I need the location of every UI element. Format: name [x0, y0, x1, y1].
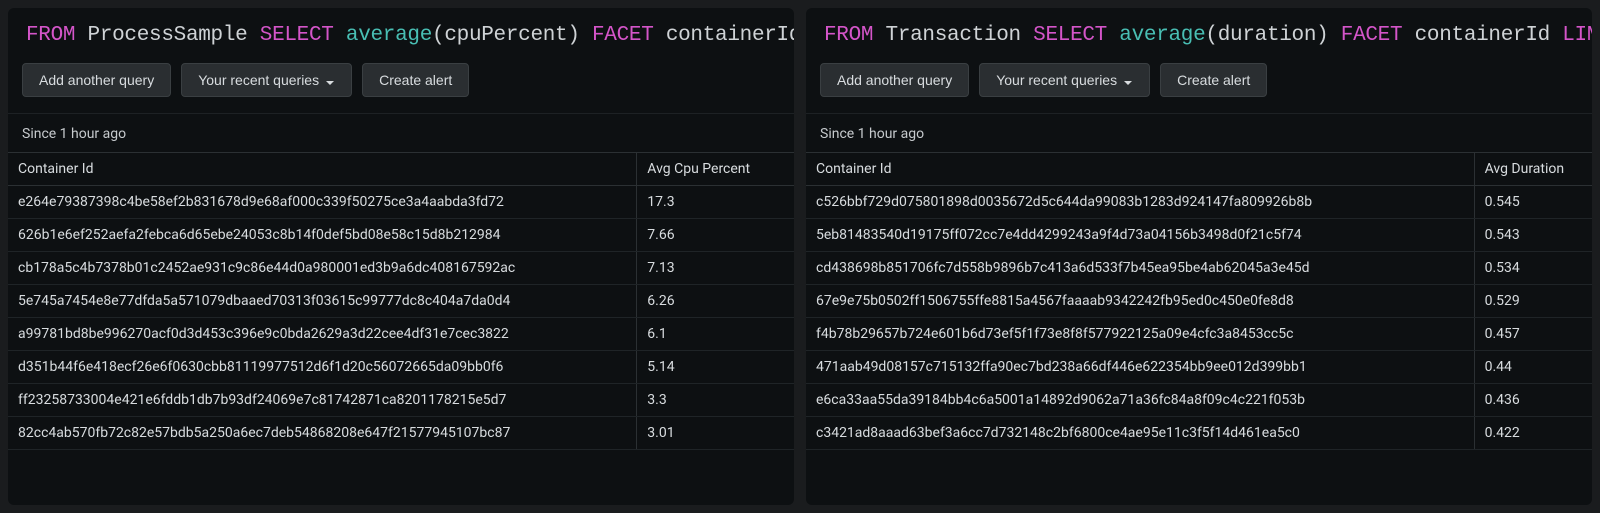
cell-value: 0.436 — [1474, 384, 1592, 417]
recent-queries-button[interactable]: Your recent queries — [979, 63, 1150, 97]
cell-container-id: c3421ad8aaad63bef3a6cc7d732148c2bf6800ce… — [806, 417, 1474, 450]
table-row[interactable]: f4b78b29657b724e601b6d73ef5f1f73e8f8f577… — [806, 318, 1592, 351]
cell-value: 0.529 — [1474, 285, 1592, 318]
cell-container-id: 67e9e75b0502ff1506755ffe8815a4567faaaab9… — [806, 285, 1474, 318]
cell-container-id: e264e79387398c4be58ef2b831678d9e68af000c… — [8, 186, 637, 219]
table-row[interactable]: e264e79387398c4be58ef2b831678d9e68af000c… — [8, 186, 794, 219]
right-panel: FROM Transaction SELECT average(duration… — [806, 8, 1592, 505]
keyword-from: FROM — [26, 24, 75, 47]
recent-queries-label: Your recent queries — [198, 72, 319, 88]
table-row[interactable]: 82cc4ab570fb72c82e57bdb5a250a6ec7deb5486… — [8, 417, 794, 450]
chevron-down-icon — [325, 75, 335, 85]
cell-container-id: cb178a5c4b7378b01c2452ae931c9c86e44d0a98… — [8, 252, 637, 285]
table-row[interactable]: e6ca33aa55da39184bb4c6a5001a14892d9062a7… — [806, 384, 1592, 417]
cell-value: 0.44 — [1474, 351, 1592, 384]
table-row[interactable]: 626b1e6ef252aefa2febca6d65ebe24053c8b14f… — [8, 219, 794, 252]
table-row[interactable]: 471aab49d08157c715132ffa90ec7bd238a66df4… — [806, 351, 1592, 384]
keyword-facet: FACET — [592, 24, 654, 47]
cell-container-id: 626b1e6ef252aefa2febca6d65ebe24053c8b14f… — [8, 219, 637, 252]
query-editor[interactable]: FROM ProcessSample SELECT average(cpuPer… — [8, 8, 794, 63]
create-alert-button[interactable]: Create alert — [362, 63, 469, 97]
cell-value: 0.545 — [1474, 186, 1592, 219]
chevron-down-icon — [1123, 75, 1133, 85]
column-header-id[interactable]: Container Id — [8, 153, 637, 186]
cell-container-id: ff23258733004e421e6fddb1db7b93df24069e7c… — [8, 384, 637, 417]
add-query-button[interactable]: Add another query — [22, 63, 171, 97]
table-row[interactable]: d351b44f6e418ecf26e6f0630cbb81119977512d… — [8, 351, 794, 384]
query-facet-field: containerId — [1415, 24, 1550, 47]
keyword-from: FROM — [824, 24, 873, 47]
query-function: average — [1119, 24, 1205, 47]
results-table: Container Id Avg Duration c526bbf729d075… — [806, 152, 1592, 450]
keyword-limit: LIMIT — [1562, 24, 1592, 47]
cell-container-id: a99781bd8be996270acf0d3d453c396e9c0bda26… — [8, 318, 637, 351]
cell-value: 7.66 — [637, 219, 794, 252]
query-facet-field: containerId — [666, 24, 794, 47]
column-header-value[interactable]: Avg Duration — [1474, 153, 1592, 186]
results-table: Container Id Avg Cpu Percent e264e793873… — [8, 152, 794, 450]
cell-container-id: c526bbf729d075801898d0035672d5c644da9908… — [806, 186, 1474, 219]
query-editor[interactable]: FROM Transaction SELECT average(duration… — [806, 8, 1592, 63]
column-header-id[interactable]: Container Id — [806, 153, 1474, 186]
cell-container-id: 471aab49d08157c715132ffa90ec7bd238a66df4… — [806, 351, 1474, 384]
recent-queries-button[interactable]: Your recent queries — [181, 63, 352, 97]
results-table-wrap: Container Id Avg Duration c526bbf729d075… — [806, 152, 1592, 505]
query-source: ProcessSample — [88, 24, 248, 47]
cell-value: 3.01 — [637, 417, 794, 450]
table-row[interactable]: c3421ad8aaad63bef3a6cc7d732148c2bf6800ce… — [806, 417, 1592, 450]
keyword-select: SELECT — [1033, 24, 1107, 47]
query-arg: duration — [1218, 24, 1316, 47]
cell-value: 7.13 — [637, 252, 794, 285]
cell-value: 0.543 — [1474, 219, 1592, 252]
cell-value: 6.1 — [637, 318, 794, 351]
table-row[interactable]: cb178a5c4b7378b01c2452ae931c9c86e44d0a98… — [8, 252, 794, 285]
time-range-label: Since 1 hour ago — [8, 113, 794, 152]
cell-value: 5.14 — [637, 351, 794, 384]
create-alert-button[interactable]: Create alert — [1160, 63, 1267, 97]
table-row[interactable]: a99781bd8be996270acf0d3d453c396e9c0bda26… — [8, 318, 794, 351]
cell-container-id: f4b78b29657b724e601b6d73ef5f1f73e8f8f577… — [806, 318, 1474, 351]
cell-container-id: 5eb81483540d19175ff072cc7e4dd4299243a9f4… — [806, 219, 1474, 252]
cell-value: 17.3 — [637, 186, 794, 219]
table-row[interactable]: ff23258733004e421e6fddb1db7b93df24069e7c… — [8, 384, 794, 417]
cell-container-id: d351b44f6e418ecf26e6f0630cbb81119977512d… — [8, 351, 637, 384]
cell-value: 3.3 — [637, 384, 794, 417]
table-row[interactable]: 5e745a7454e8e77dfda5a571079dbaaed70313f0… — [8, 285, 794, 318]
query-function: average — [346, 24, 432, 47]
query-arg: cpuPercent — [444, 24, 567, 47]
column-header-value[interactable]: Avg Cpu Percent — [637, 153, 794, 186]
cell-container-id: e6ca33aa55da39184bb4c6a5001a14892d9062a7… — [806, 384, 1474, 417]
cell-value: 0.457 — [1474, 318, 1592, 351]
cell-value: 6.26 — [637, 285, 794, 318]
table-row[interactable]: cd438698b851706fc7d558b9896b7c413a6d533f… — [806, 252, 1592, 285]
cell-container-id: 82cc4ab570fb72c82e57bdb5a250a6ec7deb5486… — [8, 417, 637, 450]
time-range-label: Since 1 hour ago — [806, 113, 1592, 152]
table-row[interactable]: 5eb81483540d19175ff072cc7e4dd4299243a9f4… — [806, 219, 1592, 252]
query-source: Transaction — [886, 24, 1021, 47]
keyword-select: SELECT — [260, 24, 334, 47]
left-panel: FROM ProcessSample SELECT average(cpuPer… — [8, 8, 794, 505]
cell-container-id: 5e745a7454e8e77dfda5a571079dbaaed70313f0… — [8, 285, 637, 318]
results-table-wrap: Container Id Avg Cpu Percent e264e793873… — [8, 152, 794, 505]
table-row[interactable]: 67e9e75b0502ff1506755ffe8815a4567faaaab9… — [806, 285, 1592, 318]
cell-value: 0.534 — [1474, 252, 1592, 285]
cell-container-id: cd438698b851706fc7d558b9896b7c413a6d533f… — [806, 252, 1474, 285]
query-toolbar: Add another query Your recent queries Cr… — [8, 63, 794, 113]
cell-value: 0.422 — [1474, 417, 1592, 450]
add-query-button[interactable]: Add another query — [820, 63, 969, 97]
recent-queries-label: Your recent queries — [996, 72, 1117, 88]
keyword-facet: FACET — [1341, 24, 1403, 47]
query-toolbar: Add another query Your recent queries Cr… — [806, 63, 1592, 113]
table-row[interactable]: c526bbf729d075801898d0035672d5c644da9908… — [806, 186, 1592, 219]
